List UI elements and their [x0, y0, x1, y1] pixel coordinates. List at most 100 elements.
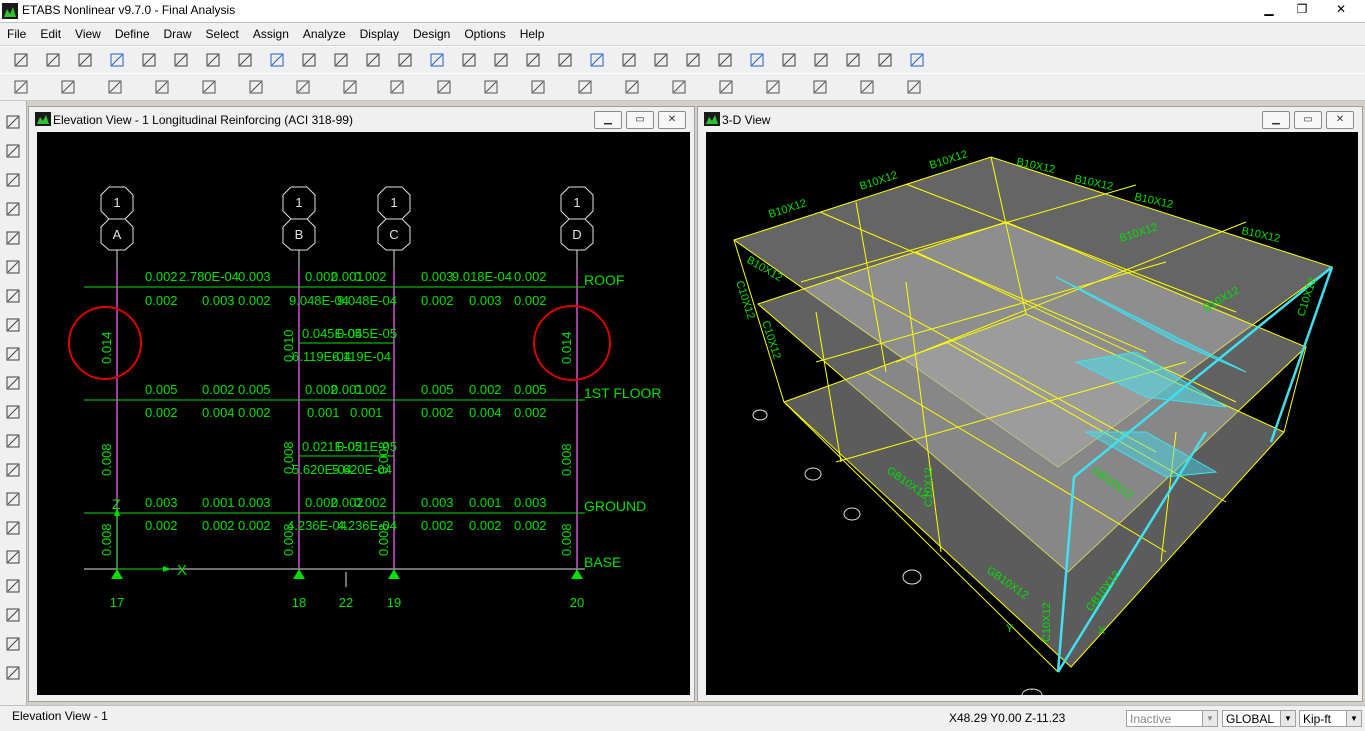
slab-icon[interactable]	[529, 78, 547, 96]
zoom-window-icon[interactable]	[396, 51, 414, 69]
grid-bubble-b[interactable]: 1 B	[282, 186, 316, 251]
plan-icon[interactable]	[492, 51, 510, 69]
pan-icon[interactable]	[428, 51, 446, 69]
minimize-button[interactable]: ▁	[1253, 0, 1285, 18]
print-setup-icon[interactable]	[140, 51, 158, 69]
point-icon[interactable]	[200, 78, 218, 96]
objects-icon[interactable]	[684, 51, 702, 69]
draw-deck-icon[interactable]	[4, 374, 22, 392]
elevation-icon[interactable]	[524, 51, 542, 69]
dimension-icon[interactable]	[4, 432, 22, 450]
3d-canvas[interactable]: B10X12 B10X12 B10X12 B10X12 B10X12 B10X1…	[706, 132, 1358, 695]
menu-analyze[interactable]: Analyze	[296, 27, 353, 41]
grid-bubble-d[interactable]: 1 D	[560, 186, 594, 251]
snap-intersection-icon[interactable]	[4, 635, 22, 653]
menu-display[interactable]: Display	[353, 27, 406, 41]
draw-area-icon[interactable]	[4, 316, 22, 334]
3d-icon[interactable]	[460, 51, 478, 69]
child-minimize-button[interactable]: ▁	[1262, 111, 1290, 129]
brace-icon[interactable]	[812, 51, 830, 69]
draw-slab-icon[interactable]	[4, 345, 22, 363]
menu-file[interactable]: File	[0, 27, 33, 41]
new-icon[interactable]	[12, 51, 30, 69]
line-icon[interactable]	[106, 78, 124, 96]
clear-selection-icon[interactable]	[4, 519, 22, 537]
wall-draw-icon[interactable]	[341, 78, 359, 96]
units-select[interactable]: Kip-ft ▼	[1299, 710, 1362, 727]
menu-options[interactable]: Options	[457, 27, 512, 41]
grid-bubble-a[interactable]: 1 A	[100, 186, 134, 251]
child-close-button[interactable]: ✕	[658, 111, 686, 129]
child-close-button[interactable]: ✕	[1326, 111, 1354, 129]
maximize-button[interactable]: ❐	[1286, 0, 1318, 18]
beam-icon[interactable]	[482, 78, 500, 96]
menu-help[interactable]: Help	[513, 27, 552, 41]
zoom-in-icon[interactable]	[332, 51, 350, 69]
draw-opening-icon[interactable]	[4, 403, 22, 421]
section-icon[interactable]	[858, 78, 876, 96]
menu-define[interactable]: Define	[108, 27, 157, 41]
perspective-icon[interactable]	[588, 51, 606, 69]
dimension-icon[interactable]	[670, 78, 688, 96]
dropdown-icon[interactable]	[905, 78, 923, 96]
draw-line-icon[interactable]	[4, 171, 22, 189]
menu-draw[interactable]: Draw	[157, 27, 199, 41]
opening-icon[interactable]	[576, 78, 594, 96]
draw-brace-icon[interactable]	[4, 200, 22, 218]
run-icon[interactable]	[300, 51, 318, 69]
menu-select[interactable]: Select	[199, 27, 246, 41]
rotate-icon[interactable]	[556, 51, 574, 69]
check-icon[interactable]	[716, 51, 734, 69]
node-icon[interactable]	[59, 78, 77, 96]
snap-point-icon[interactable]	[4, 577, 22, 595]
column-icon[interactable]	[435, 78, 453, 96]
child-restore-button[interactable]: ▭	[626, 111, 654, 129]
print-icon[interactable]	[108, 51, 126, 69]
snap-end-icon[interactable]	[4, 606, 22, 624]
draw-wall-icon[interactable]	[4, 287, 22, 305]
snap-icon[interactable]	[12, 78, 30, 96]
elevation-canvas[interactable]: 1 A 1 B 1 C 1 D ROOF 1ST FLOOR GROUND BA…	[37, 132, 690, 695]
mode-select[interactable]: Inactive ▼	[1126, 710, 1218, 727]
pointer-icon[interactable]	[811, 78, 829, 96]
child-minimize-button[interactable]: ▁	[594, 111, 622, 129]
zoom-out-icon[interactable]	[364, 51, 382, 69]
wall-icon[interactable]	[844, 51, 862, 69]
open-icon[interactable]	[44, 51, 62, 69]
grid-icon[interactable]	[717, 78, 735, 96]
close-button[interactable]: ✕	[1319, 0, 1363, 18]
lock-icon[interactable]	[268, 51, 286, 69]
select-icon[interactable]	[764, 78, 782, 96]
lightning-icon[interactable]	[876, 51, 894, 69]
menu-edit[interactable]: Edit	[33, 27, 68, 41]
link-icon[interactable]	[388, 78, 406, 96]
percent-icon[interactable]	[748, 51, 766, 69]
pointer-icon[interactable]	[4, 113, 22, 131]
3d-view-window[interactable]: 3-D View ▁ ▭ ✕ B10X12 B10X12 B10X12 B10X…	[697, 106, 1363, 702]
draw-beam-icon[interactable]	[4, 258, 22, 276]
menu-assign[interactable]: Assign	[246, 27, 296, 41]
help-icon[interactable]	[623, 78, 641, 96]
frame-icon[interactable]	[780, 51, 798, 69]
area-icon[interactable]	[153, 78, 171, 96]
down-icon[interactable]	[652, 51, 670, 69]
draw-column-icon[interactable]	[4, 229, 22, 247]
child-restore-button[interactable]: ▭	[1294, 111, 1322, 129]
menu-design[interactable]: Design	[406, 27, 457, 41]
redo-icon[interactable]	[204, 51, 222, 69]
deck-icon[interactable]	[294, 78, 312, 96]
snap-perpendicular-icon[interactable]	[4, 664, 22, 682]
elevation-view-window[interactable]: Elevation View - 1 Longitudinal Reinforc…	[28, 106, 695, 702]
intersecting-line-icon[interactable]	[4, 548, 22, 566]
select-all-icon[interactable]	[4, 461, 22, 479]
reshape-icon[interactable]	[4, 142, 22, 160]
assign-icon[interactable]	[908, 51, 926, 69]
undo-icon[interactable]	[172, 51, 190, 69]
grid-bubble-c[interactable]: 1 C	[377, 186, 411, 251]
frame-draw-icon[interactable]	[247, 78, 265, 96]
edit-icon[interactable]	[236, 51, 254, 69]
coord-system-select[interactable]: GLOBAL ▼	[1222, 710, 1296, 727]
menu-view[interactable]: View	[68, 27, 108, 41]
up-icon[interactable]	[620, 51, 638, 69]
previous-selection-icon[interactable]	[4, 490, 22, 508]
